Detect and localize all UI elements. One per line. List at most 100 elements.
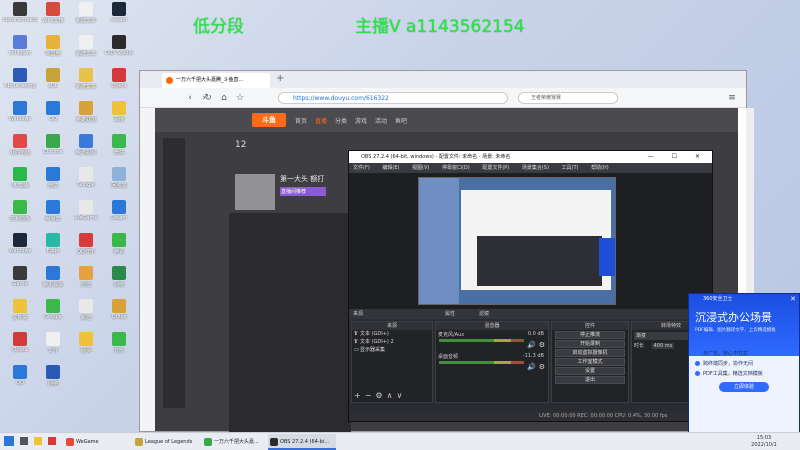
nav-live[interactable]: 直播 xyxy=(315,116,327,125)
desktop-icon[interactable]: 我的电脑 xyxy=(2,134,38,164)
desktop-icon[interactable]: hbvurwrmanb xyxy=(2,2,38,32)
move-down-icon[interactable]: ∨ xyxy=(396,391,406,400)
desktop-icon[interactable]: Google xyxy=(68,167,104,197)
file-explorer-icon[interactable] xyxy=(34,437,42,445)
menu-view[interactable]: 视图(V) xyxy=(412,165,429,171)
add-source-icon[interactable]: + xyxy=(354,391,365,400)
desktop-icon[interactable]: 微信 xyxy=(35,167,71,197)
desktop-icon[interactable]: 新建文本 xyxy=(68,2,104,32)
desktop-icon[interactable]: Opera xyxy=(101,68,137,98)
properties-button[interactable]: 属性 xyxy=(445,309,455,319)
gear-icon[interactable]: ⚙ xyxy=(539,341,545,349)
desktop-icon[interactable]: LOL xyxy=(35,68,71,98)
taskbar-item-obs[interactable]: OBS 27.2.4 (64-bi... xyxy=(268,434,336,450)
studio-mode-button[interactable]: 工作室模式 xyxy=(555,358,625,366)
nav-event[interactable]: 活动 xyxy=(375,116,387,125)
desktop-icon[interactable]: Office xyxy=(101,299,137,329)
desktop-icon[interactable]: 网络 xyxy=(101,266,137,296)
nav-fishbar[interactable]: 鱼吧 xyxy=(395,116,407,125)
refresh-icon[interactable]: ↻ xyxy=(202,92,214,104)
desktop-icon[interactable]: 文件夹 xyxy=(2,299,38,329)
desktop-icon[interactable]: OBS Studio xyxy=(101,35,137,65)
desktop-icon[interactable]: Chrome xyxy=(35,134,71,164)
ad-popup[interactable]: 360安全卫士 ✕ 沉浸式办公场景 PDF编辑、图片翻译文字、上云精选模板 无广… xyxy=(688,293,800,433)
speaker-icon[interactable]: 🔊 xyxy=(527,341,536,349)
menu-icon[interactable]: ≡ xyxy=(726,92,738,104)
desktop-icon[interactable]: 控制面板 xyxy=(2,200,38,230)
desktop-icon[interactable]: Windows xyxy=(2,233,38,263)
desktop-icon[interactable]: 文件 xyxy=(35,332,71,362)
desktop-icon[interactable]: 腾讯视频 xyxy=(68,134,104,164)
menu-scene-collection[interactable]: 场景集合(S) xyxy=(522,165,549,171)
desktop-icon[interactable]: Opera xyxy=(2,332,38,362)
douyu-logo[interactable]: 斗鱼 xyxy=(252,113,286,127)
back-icon[interactable]: ‹ xyxy=(184,92,196,104)
system-tray-clock[interactable]: 15:03 2022/10/1 xyxy=(744,435,784,449)
speaker-icon[interactable]: 🔊 xyxy=(527,363,536,371)
gear-icon[interactable]: ⚙ xyxy=(539,363,545,371)
menu-file[interactable]: 文件(F) xyxy=(353,165,370,171)
nav-category[interactable]: 分类 xyxy=(335,116,347,125)
desktop-icon[interactable]: WPS文档 xyxy=(35,2,71,32)
desktop-icon[interactable]: 百度 xyxy=(101,101,137,131)
remove-source-icon[interactable]: − xyxy=(365,391,376,400)
desktop-icon[interactable]: 新建 xyxy=(68,299,104,329)
desktop-icon[interactable]: Edge xyxy=(35,233,71,263)
desktop-icon[interactable]: 新建文本 xyxy=(68,35,104,65)
star-icon[interactable]: ☆ xyxy=(234,92,246,104)
window-controls[interactable]: — ☐ ✕ xyxy=(648,151,708,163)
ad-try-button[interactable]: 立即体验 xyxy=(719,382,769,392)
desktop-icon[interactable]: 迅雷 xyxy=(68,266,104,296)
nav-home[interactable]: 首页 xyxy=(295,116,307,125)
desktop-icon[interactable]: 网易云 xyxy=(35,200,71,230)
desktop-icon[interactable]: WeGame xyxy=(68,200,104,230)
virtual-camera-button[interactable]: 启动虚拟摄像机 xyxy=(555,349,625,357)
browser-tab[interactable]: 一万六千把大头嘉腾_斗鱼直... xyxy=(162,73,270,88)
browser-search-field[interactable]: 王者荣耀猴赛 xyxy=(518,92,618,104)
desktop-icon[interactable]: Windows xyxy=(2,101,38,131)
task-view-icon[interactable] xyxy=(20,437,28,445)
windows-start-icon[interactable] xyxy=(4,436,14,446)
app-icon[interactable] xyxy=(48,437,56,445)
streamer-thumbnail[interactable] xyxy=(235,174,275,210)
desktop-icon[interactable]: Steam xyxy=(101,200,137,230)
desktop-icon[interactable]: 腾讯会议 xyxy=(35,266,71,296)
desktop-icon[interactable]: Steam xyxy=(101,2,137,32)
source-item[interactable]: T 文本 (GDI+) xyxy=(352,330,432,338)
new-tab-button[interactable]: + xyxy=(276,73,284,84)
taskbar-item-browser[interactable]: 一万六千把大头嘉... xyxy=(202,434,270,450)
desktop-icon[interactable]: 网页 xyxy=(68,332,104,362)
desktop-icon[interactable]: 腾讯 xyxy=(101,233,137,263)
settings-source-icon[interactable]: ⚙ xyxy=(375,391,386,400)
menu-profile[interactable]: 配置文件(P) xyxy=(482,165,509,171)
settings-button[interactable]: 设置 xyxy=(555,367,625,375)
filters-button[interactable]: 滤镜 xyxy=(479,309,489,319)
desktop-icon[interactable]: QQ xyxy=(2,365,38,395)
move-up-icon[interactable]: ∧ xyxy=(387,391,397,400)
desktop-icon[interactable]: Game xyxy=(2,266,38,296)
duration-field[interactable]: 400 ms xyxy=(651,343,675,349)
desktop-icon[interactable]: 回收站 xyxy=(101,167,137,197)
exit-button[interactable]: 退出 xyxy=(555,376,625,384)
desktop-icon[interactable]: 中国电 xyxy=(35,35,71,65)
menu-edit[interactable]: 编辑(E) xyxy=(382,165,399,171)
home-icon[interactable]: ⌂ xyxy=(218,92,230,104)
desktop-icon[interactable]: hbvuirwemg xyxy=(2,68,38,98)
desktop-icon[interactable]: QQ音乐 xyxy=(68,233,104,263)
nav-game[interactable]: 游戏 xyxy=(355,116,367,125)
desktop-icon[interactable]: Google xyxy=(35,299,71,329)
menu-docks[interactable]: 停靠窗口(D) xyxy=(442,165,470,171)
start-recording-button[interactable]: 开始录制 xyxy=(555,340,625,348)
obs-window[interactable]: OBS 27.2.4 (64-bit, windows) - 配置文件: 未命名… xyxy=(348,150,713,422)
desktop-icon[interactable]: 英雄联盟 xyxy=(68,101,104,131)
url-field[interactable]: https://www.douyu.com/616322 xyxy=(278,92,508,104)
desktop-icon[interactable]: 微信 xyxy=(101,134,137,164)
menu-help[interactable]: 帮助(H) xyxy=(591,165,609,171)
stop-streaming-button[interactable]: 停止推流 xyxy=(555,331,625,339)
source-item[interactable]: ▭ 显示器采集 xyxy=(352,346,432,354)
source-item[interactable]: T 文本 (GDI+) 2 xyxy=(352,338,432,346)
desktop-icon[interactable]: setiigsay xyxy=(2,35,38,65)
desktop-icon[interactable]: UU加速 xyxy=(2,167,38,197)
video-player[interactable] xyxy=(229,213,351,443)
menu-tools[interactable]: 工具(T) xyxy=(562,165,579,171)
